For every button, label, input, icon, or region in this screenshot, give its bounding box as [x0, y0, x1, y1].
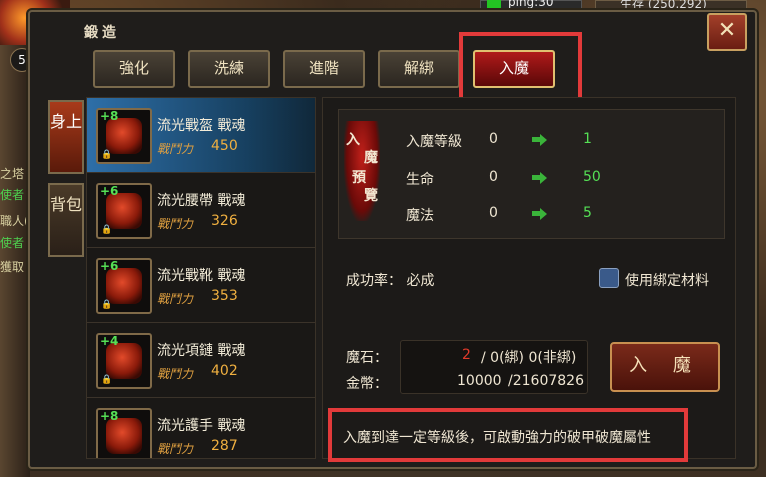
item-thumb: +6 🔒 [96, 258, 152, 314]
tab-refine[interactable]: 洗練 [188, 50, 270, 88]
belt-icon [106, 193, 142, 229]
plus-level: +6 [100, 184, 119, 198]
list-item[interactable]: +4 🔒 流光項鏈 戰魂 戰鬥力 402 [87, 323, 315, 398]
plus-level: +8 [100, 409, 119, 423]
necklace-icon [106, 343, 142, 379]
close-x-icon: ✕ [717, 18, 737, 43]
bind-material-label[interactable]: 使用綁定材料 [625, 270, 709, 290]
signal-icon [487, 0, 501, 8]
item-name: 流光項鏈 戰魂 [157, 343, 246, 359]
side-text: 使者 [0, 188, 25, 202]
bind-material-checkbox[interactable] [599, 268, 619, 288]
success-value: 必成 [406, 273, 435, 289]
side-tab-label: 背包 [50, 195, 83, 214]
gold-need: 10000 [457, 373, 502, 389]
item-name: 流光腰帶 戰魂 [157, 193, 246, 209]
success-label: 成功率： [346, 273, 402, 289]
item-name: 流光戰靴 戰魂 [157, 268, 246, 284]
side-text: 使者 [0, 236, 25, 250]
power-value: 287 [211, 438, 238, 454]
tab-enhance[interactable]: 強化 [93, 50, 175, 88]
stat-from: 0 [489, 131, 498, 147]
power-value: 326 [211, 213, 238, 229]
stat-label: 生命 [406, 172, 434, 188]
power-label: 戰鬥力 [157, 217, 194, 231]
item-name: 流光護手 戰魂 [157, 418, 246, 434]
power-label: 戰鬥力 [157, 292, 194, 306]
demonize-button[interactable]: 入 魔 [610, 342, 720, 392]
arrow-right-icon [532, 134, 547, 146]
stat-to: 1 [583, 131, 592, 147]
seal-char: 預 [352, 170, 366, 186]
stone-label: 魔石： [346, 350, 388, 366]
item-thumb: +8 [96, 408, 152, 458]
tab-advance[interactable]: 進階 [283, 50, 365, 88]
ping-text: ping:30 [508, 0, 554, 9]
stone-have: / 0(綁) 0(非綁) [481, 350, 577, 366]
arrow-right-icon [532, 208, 547, 220]
side-tab-bag[interactable]: 背包 [48, 183, 84, 257]
stat-to: 5 [583, 205, 592, 221]
seal-char: 魔 [364, 150, 378, 166]
list-item[interactable]: +8 🔒 流光戰盔 戰魂 戰鬥力 450 [87, 98, 315, 173]
gold-have: /21607826 [508, 373, 584, 389]
lock-icon: 🔒 [101, 150, 113, 160]
power-label: 戰鬥力 [157, 442, 194, 456]
power-value: 450 [211, 138, 238, 154]
list-item[interactable]: +6 🔒 流光戰靴 戰魂 戰鬥力 353 [87, 248, 315, 323]
stat-from: 0 [489, 205, 498, 221]
item-name: 流光戰盔 戰魂 [157, 118, 246, 134]
lock-icon: 🔒 [101, 375, 113, 385]
power-label: 戰鬥力 [157, 142, 194, 156]
list-item[interactable]: +8 流光護手 戰魂 戰鬥力 287 [87, 398, 315, 458]
gold-label: 金幣： [346, 376, 388, 392]
item-thumb: +4 🔒 [96, 333, 152, 389]
stat-to: 50 [583, 169, 601, 185]
plus-level: +4 [100, 334, 119, 348]
dialog-title: 鍛造 [84, 25, 120, 41]
arrow-right-icon [532, 172, 547, 184]
list-item[interactable]: +6 🔒 流光腰帶 戰魂 戰鬥力 326 [87, 173, 315, 248]
highlight-box [328, 408, 688, 462]
boots-icon [106, 268, 142, 304]
demon-seal-icon: 入 魔 預 覽 [342, 121, 384, 231]
lock-icon: 🔒 [101, 300, 113, 310]
seal-char: 覽 [364, 188, 378, 204]
gauntlet-icon [106, 418, 142, 454]
lock-icon: 🔒 [101, 225, 113, 235]
helmet-icon [106, 118, 142, 154]
side-text: 職人( [0, 214, 29, 228]
power-value: 353 [211, 288, 238, 304]
side-text: 之塔 [0, 167, 25, 181]
stat-from: 0 [489, 169, 498, 185]
plus-level: +6 [100, 259, 119, 273]
side-text: 獲取 [0, 260, 25, 274]
tab-unbind[interactable]: 解綁 [378, 50, 460, 88]
seal-char: 入 [346, 132, 360, 148]
power-label: 戰鬥力 [157, 367, 194, 381]
item-thumb: +8 🔒 [96, 108, 152, 164]
side-tab-equipped[interactable]: 身上 [48, 100, 84, 174]
close-button[interactable]: ✕ [707, 13, 747, 51]
success-rate: 成功率： 必成 [346, 270, 434, 290]
stone-need: 2 [462, 347, 471, 363]
equipment-list[interactable]: +8 🔒 流光戰盔 戰魂 戰鬥力 450 +6 🔒 流光腰帶 戰魂 戰鬥力 326 … [86, 97, 316, 459]
highlight-box [459, 32, 582, 102]
plus-level: +8 [100, 109, 119, 123]
power-value: 402 [211, 363, 238, 379]
stat-label: 魔法 [406, 208, 434, 224]
side-tab-label: 身上 [50, 112, 83, 131]
stat-label: 入魔等級 [406, 134, 462, 150]
item-thumb: +6 🔒 [96, 183, 152, 239]
